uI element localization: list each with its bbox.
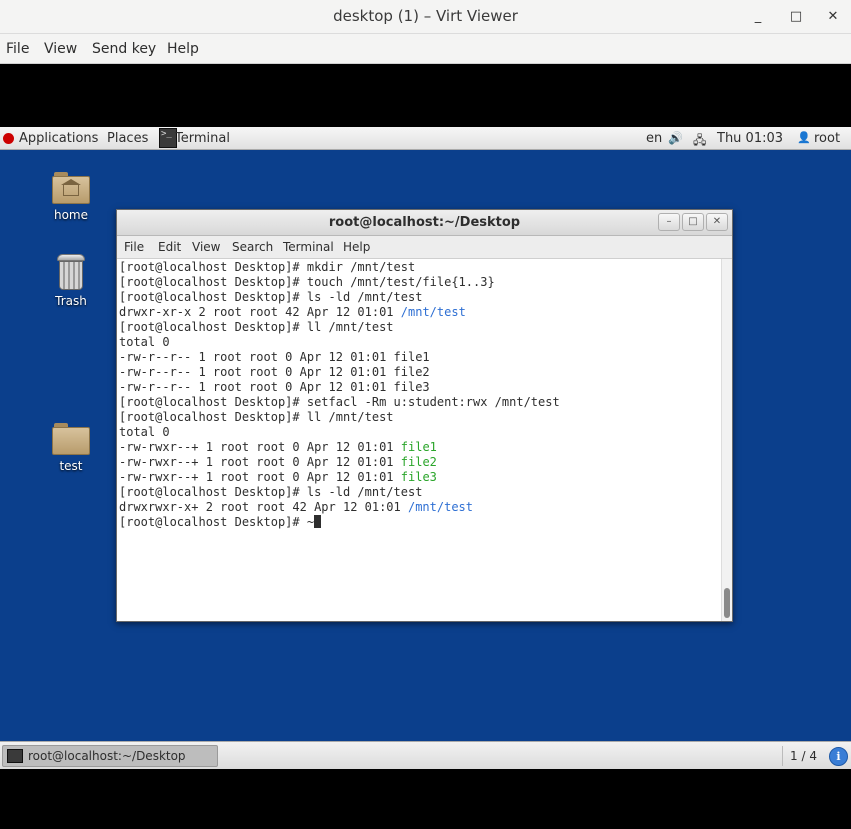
terminal-text: drwxrwxr-x+ 2 root root 42 Apr 12 01:01 (119, 500, 408, 514)
desktop-icon-label: test (59, 459, 83, 473)
terminal-text: [root@localhost Desktop]# ls -ld /mnt/te… (119, 290, 423, 304)
terminal-line: -rw-rwxr--+ 1 root root 0 Apr 12 01:01 f… (119, 440, 721, 455)
user-menu[interactable]: root (814, 131, 840, 146)
terminal-line: drwxrwxr-x+ 2 root root 42 Apr 12 01:01 … (119, 500, 721, 515)
terminal-line: [root@localhost Desktop]# ~ (119, 515, 721, 530)
taskbar-window-label: root@localhost:~/Desktop (28, 749, 186, 763)
workspace-pager[interactable]: 1 / 4 (782, 746, 824, 766)
terminal-line: [root@localhost Desktop]# ll /mnt/test (119, 320, 721, 335)
desktop-icon-label: Trash (55, 294, 87, 308)
terminal-output[interactable]: [root@localhost Desktop]# mkdir /mnt/tes… (117, 259, 721, 621)
terminal-line: [root@localhost Desktop]# ls -ld /mnt/te… (119, 290, 721, 305)
info-icon[interactable]: i (829, 747, 848, 766)
gnome-top-bar: Applications Places >_ Terminal en 🔊 🖧 T… (0, 127, 851, 150)
terminal-text: [root@localhost Desktop]# setfacl -Rm u:… (119, 395, 560, 409)
desktop-icon-test[interactable]: test (36, 423, 106, 473)
terminal-text: file1 (400, 440, 437, 454)
trash-icon (56, 254, 86, 290)
places-menu[interactable]: Places (107, 131, 148, 146)
terminal-text: -rw-r--r-- 1 root root 0 Apr 12 01:01 fi… (119, 380, 430, 394)
menu-file[interactable]: File (6, 41, 29, 57)
menu-view[interactable]: View (44, 41, 77, 57)
terminal-text: -rw-r--r-- 1 root root 0 Apr 12 01:01 fi… (119, 350, 430, 364)
terminal-launcher-label: Terminal (175, 131, 230, 146)
network-icon[interactable]: 🖧 (693, 131, 706, 152)
terminal-close-button[interactable]: ✕ (706, 213, 728, 231)
terminal-line: [root@localhost Desktop]# mkdir /mnt/tes… (119, 260, 721, 275)
terminal-launcher[interactable]: >_ Terminal (157, 127, 230, 150)
terminal-icon (7, 749, 23, 763)
terminal-maximize-button[interactable]: □ (682, 213, 704, 231)
terminal-title: root@localhost:~/Desktop (328, 215, 521, 230)
terminal-line: total 0 (119, 335, 721, 350)
terminal-scrollbar[interactable] (721, 259, 732, 621)
terminal-window: root@localhost:~/Desktop – □ ✕ File Edit… (116, 209, 733, 622)
terminal-line: -rw-rwxr--+ 1 root root 0 Apr 12 01:01 f… (119, 455, 721, 470)
bottom-taskbar: root@localhost:~/Desktop 1 / 4 i (0, 741, 851, 769)
close-button[interactable]: ✕ (822, 6, 844, 28)
viewer-titlebar: desktop (1) – Virt Viewer _ □ ✕ (0, 0, 851, 34)
menu-send-key[interactable]: Send key (92, 41, 156, 57)
terminal-text: /mnt/test (400, 305, 466, 319)
terminal-text: -rw-rwxr--+ 1 root root 0 Apr 12 01:01 (119, 470, 401, 484)
terminal-menu-view[interactable]: View (192, 240, 220, 254)
redhat-icon (3, 133, 14, 144)
volume-icon[interactable]: 🔊 (668, 131, 683, 145)
terminal-text: -rw-r--r-- 1 root root 0 Apr 12 01:01 fi… (119, 365, 430, 379)
terminal-line: -rw-r--r-- 1 root root 0 Apr 12 01:01 fi… (119, 365, 721, 380)
terminal-line: drwxr-xr-x 2 root root 42 Apr 12 01:01 /… (119, 305, 721, 320)
terminal-text: drwxr-xr-x 2 root root 42 Apr 12 01:01 (119, 305, 401, 319)
terminal-text: [root@localhost Desktop]# ll /mnt/test (119, 320, 394, 334)
terminal-text: file2 (400, 455, 437, 469)
home-folder-icon (52, 172, 90, 204)
folder-icon (52, 423, 90, 455)
terminal-text: [root@localhost Desktop]# ll /mnt/test (119, 410, 394, 424)
terminal-menu-terminal[interactable]: Terminal (283, 240, 334, 254)
terminal-text: total 0 (119, 335, 170, 349)
applications-menu[interactable]: Applications (19, 131, 98, 146)
clock[interactable]: Thu 01:03 (717, 131, 783, 146)
terminal-line: [root@localhost Desktop]# ls -ld /mnt/te… (119, 485, 721, 500)
terminal-text: [root@localhost Desktop]# ~ (119, 515, 315, 529)
terminal-line: [root@localhost Desktop]# ll /mnt/test (119, 410, 721, 425)
terminal-line: [root@localhost Desktop]# setfacl -Rm u:… (119, 395, 721, 410)
desktop-icon-trash[interactable]: Trash (36, 254, 106, 308)
terminal-line: -rw-r--r-- 1 root root 0 Apr 12 01:01 fi… (119, 380, 721, 395)
terminal-text: [root@localhost Desktop]# mkdir /mnt/tes… (119, 260, 416, 274)
terminal-text: /mnt/test (407, 500, 474, 514)
minimize-button[interactable]: _ (747, 6, 769, 28)
taskbar-window-button[interactable]: root@localhost:~/Desktop (2, 745, 218, 767)
terminal-line: -rw-r--r-- 1 root root 0 Apr 12 01:01 fi… (119, 350, 721, 365)
terminal-text: -rw-rwxr--+ 1 root root 0 Apr 12 01:01 (119, 440, 401, 454)
terminal-text: [root@localhost Desktop]# ls -ld /mnt/te… (119, 485, 423, 499)
desktop-icon-home[interactable]: home (36, 172, 106, 222)
terminal-menu-file[interactable]: File (124, 240, 144, 254)
desktop-icon-label: home (53, 208, 89, 222)
terminal-text: file3 (400, 470, 437, 484)
terminal-text: -rw-rwxr--+ 1 root root 0 Apr 12 01:01 (119, 455, 401, 469)
terminal-line: [root@localhost Desktop]# touch /mnt/tes… (119, 275, 721, 290)
terminal-menu-edit[interactable]: Edit (158, 240, 181, 254)
maximize-button[interactable]: □ (785, 6, 807, 28)
scrollbar-thumb[interactable] (724, 588, 730, 618)
viewer-menubar: File View Send key Help (0, 34, 851, 64)
terminal-text: [root@localhost Desktop]# touch /mnt/tes… (119, 275, 495, 289)
terminal-menubar: File Edit View Search Terminal Help (117, 236, 732, 259)
terminal-cursor (314, 515, 322, 528)
viewer-title: desktop (1) – Virt Viewer (333, 7, 518, 25)
terminal-menu-search[interactable]: Search (232, 240, 273, 254)
menu-help[interactable]: Help (167, 41, 199, 57)
terminal-line: total 0 (119, 425, 721, 440)
terminal-line: -rw-rwxr--+ 1 root root 0 Apr 12 01:01 f… (119, 470, 721, 485)
language-indicator[interactable]: en (646, 131, 662, 146)
terminal-titlebar[interactable]: root@localhost:~/Desktop – □ ✕ (117, 210, 732, 236)
terminal-text: total 0 (119, 425, 170, 439)
terminal-minimize-button[interactable]: – (658, 213, 680, 231)
terminal-menu-help[interactable]: Help (343, 240, 370, 254)
user-icon: 👤 (797, 131, 811, 144)
